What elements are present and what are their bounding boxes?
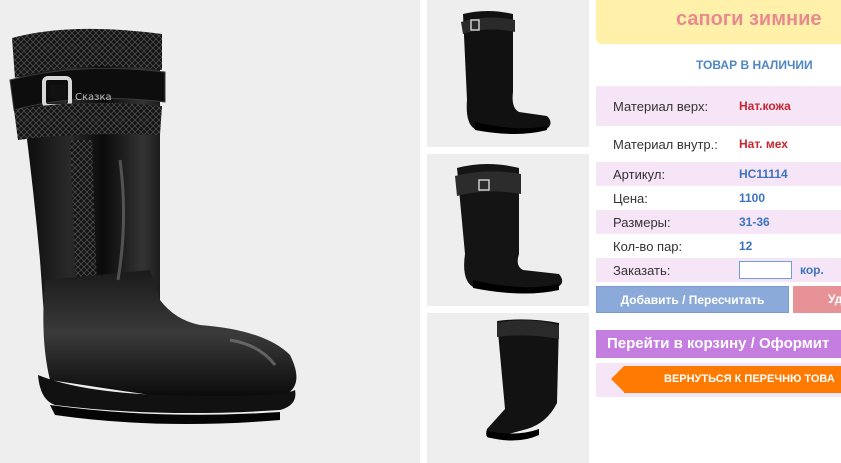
brand-logo-text: Сказка: [75, 92, 112, 103]
spec-row-upper-material: Материал верх: Нат.кожа: [596, 86, 841, 126]
thumbnail-strip: [427, 0, 589, 463]
spec-label: Материал верх:: [613, 99, 709, 114]
spec-row-price: Цена: 1100: [596, 186, 841, 210]
order-quantity-input[interactable]: [739, 261, 792, 279]
go-to-cart-button[interactable]: Перейти в корзину / Оформит: [596, 330, 841, 358]
spec-value: 12: [739, 239, 753, 253]
spec-label: Размеры:: [613, 215, 671, 230]
product-page: Сказка сапоги зимние ТОВАР В НАЛИЧИИ Мат…: [0, 0, 841, 463]
spec-label: Заказать:: [613, 263, 671, 278]
spec-label: Кол-во пар:: [613, 239, 683, 254]
delete-button[interactable]: Уд: [793, 286, 841, 313]
back-to-list-button[interactable]: ВЕРНУТЬСЯ К ПЕРЕЧНЮ ТОВА: [611, 366, 841, 393]
spec-value: НС11114: [739, 167, 788, 181]
add-recalculate-button[interactable]: Добавить / Пересчитать: [596, 286, 789, 313]
spec-value: Нат. мех: [739, 137, 788, 151]
order-unit: кор.: [800, 263, 824, 277]
spec-value: 31-36: [739, 215, 770, 229]
spec-value: Нат.кожа: [739, 99, 791, 113]
thumbnail-2[interactable]: [427, 154, 589, 306]
stock-status: ТОВАР В НАЛИЧИИ: [696, 58, 813, 72]
product-title-bar: сапоги зимние: [596, 0, 841, 44]
spec-label: Артикул:: [613, 167, 666, 182]
thumbnail-3[interactable]: [427, 313, 589, 463]
spec-row-pairs: Кол-во пар: 12: [596, 234, 841, 258]
spec-label: Материал внутр.:: [613, 137, 718, 152]
spec-row-sku: Артикул: НС11114: [596, 162, 841, 186]
spec-value: 1100: [739, 191, 766, 205]
product-title: сапоги зимние: [676, 8, 822, 30]
product-info-panel: сапоги зимние ТОВАР В НАЛИЧИИ Материал в…: [596, 0, 841, 463]
spec-row-sizes: Размеры: 31-36: [596, 210, 841, 234]
back-strip: ВЕРНУТЬСЯ К ПЕРЕЧНЮ ТОВА: [596, 363, 841, 397]
thumbnail-1[interactable]: [427, 0, 589, 147]
spec-row-inner-material: Материал внутр.: Нат. мех: [596, 126, 841, 162]
spec-label: Цена:: [613, 191, 648, 206]
boot-illustration: Сказка: [9, 28, 297, 424]
main-product-photo: Сказка: [0, 0, 420, 463]
spec-row-order: Заказать: кор.: [596, 258, 841, 282]
